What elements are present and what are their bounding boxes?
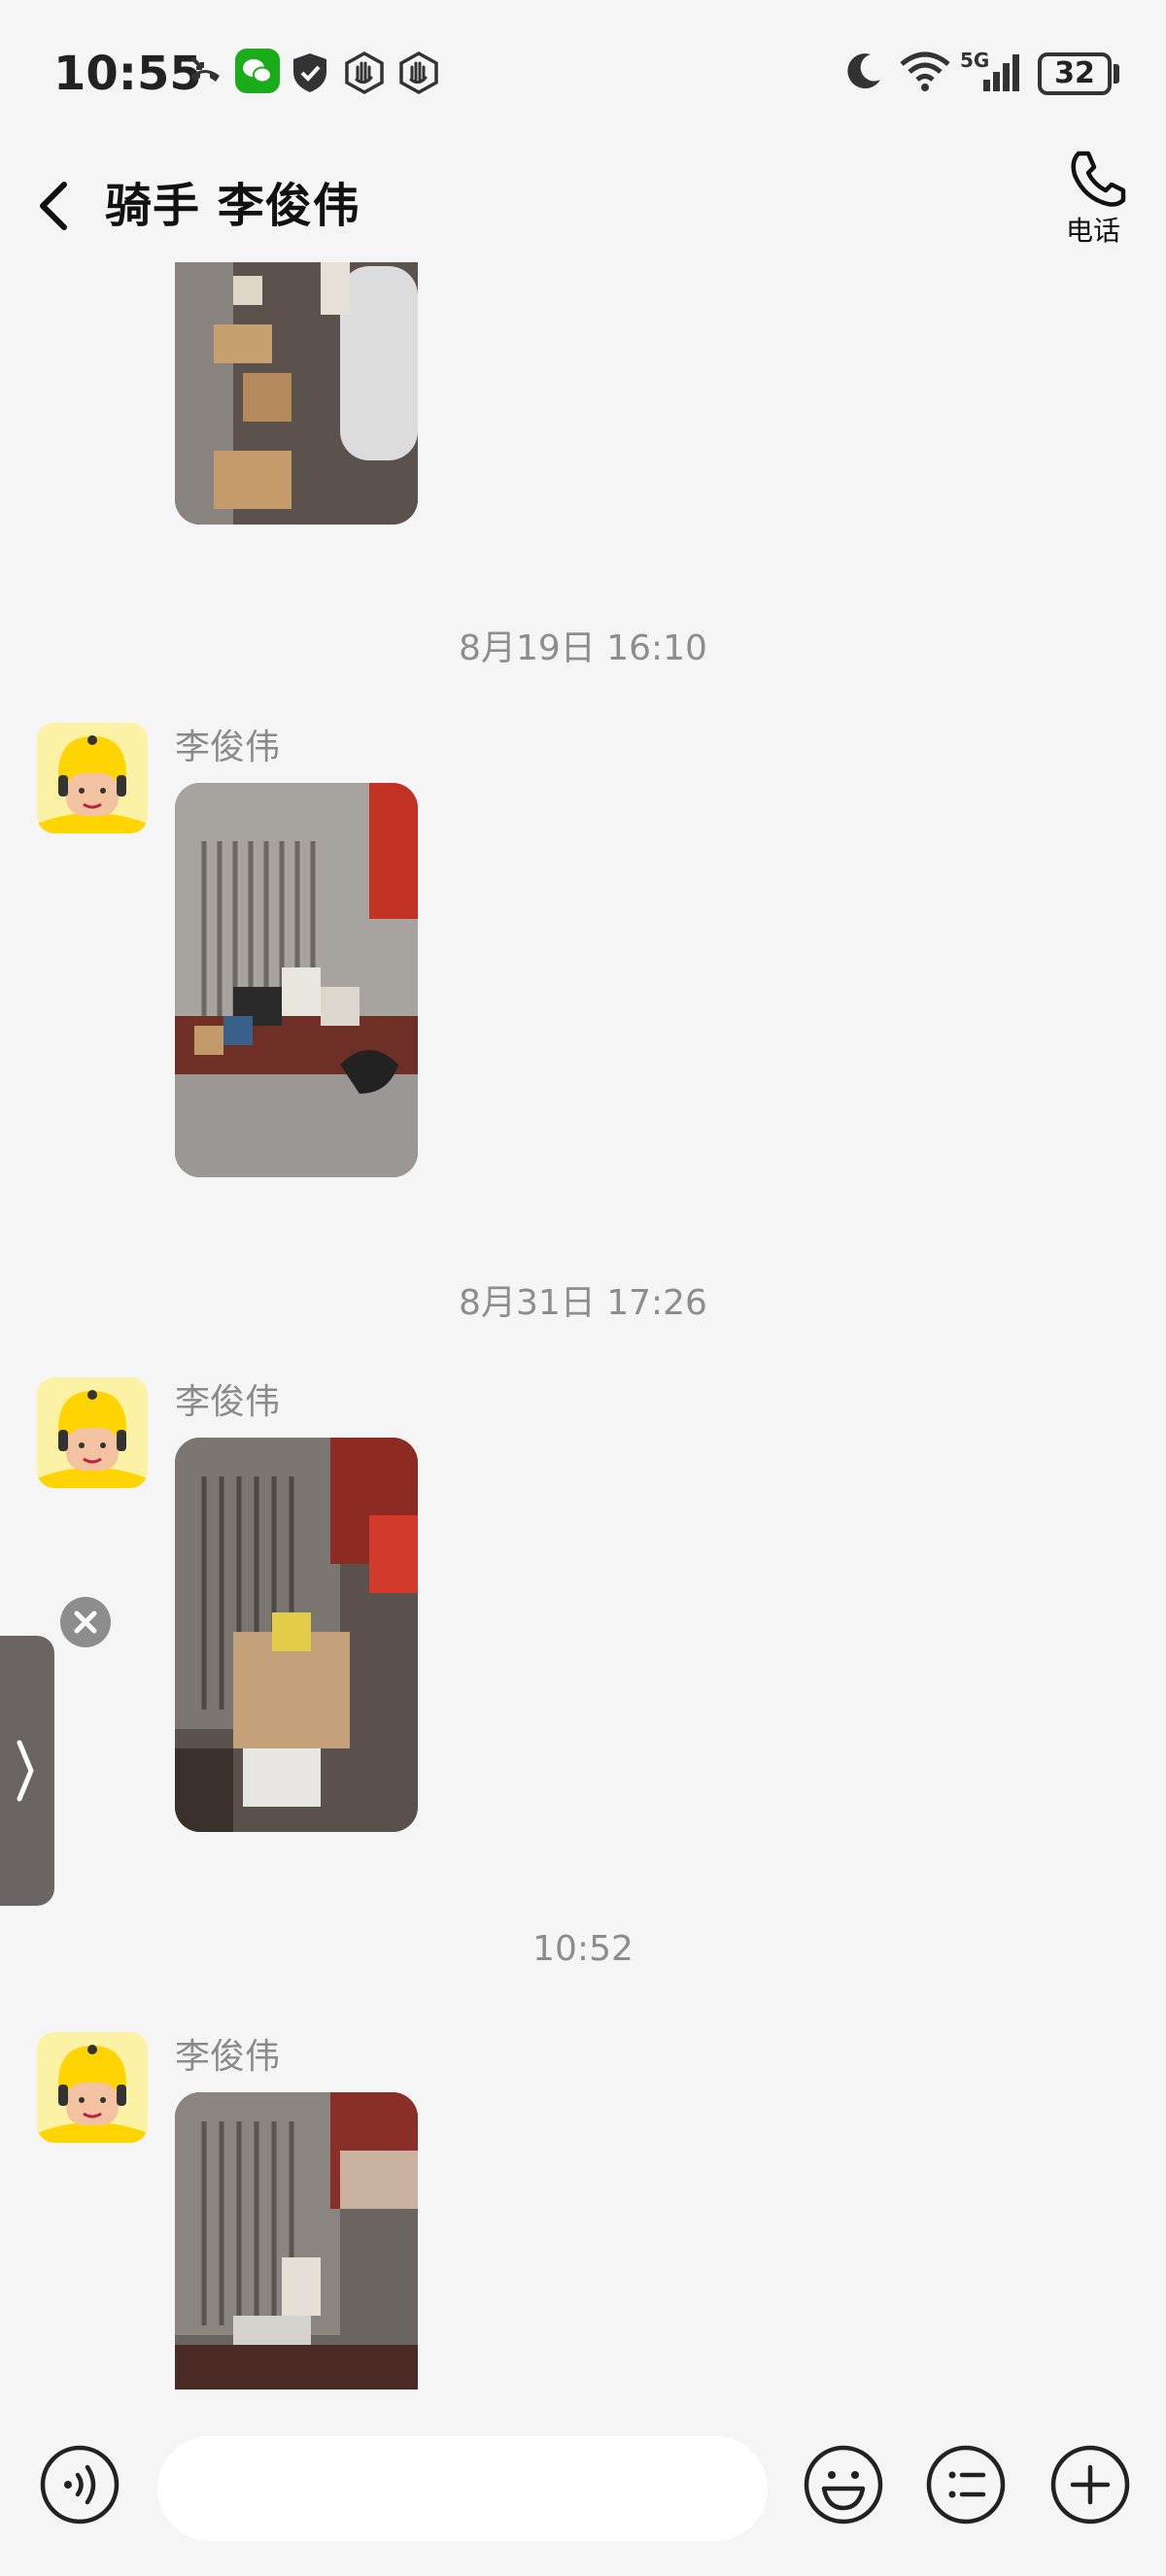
- parcel-photo: [175, 783, 418, 1177]
- battery-level: 32: [1054, 56, 1095, 90]
- input-bar: [0, 2390, 1166, 2576]
- quick-reply-button[interactable]: [925, 2444, 1007, 2525]
- back-button[interactable]: [27, 165, 86, 243]
- message-timestamp: 8月31日 17:26: [459, 1283, 707, 1323]
- list-icon: [926, 2445, 1006, 2525]
- chat-header: 骑手 李俊伟 电话: [0, 146, 1166, 262]
- avatar[interactable]: [37, 723, 148, 833]
- battery-icon: 32: [1038, 52, 1112, 95]
- message-image[interactable]: [175, 783, 418, 1177]
- status-time: 10:55: [53, 47, 202, 101]
- wifi-icon: [900, 51, 950, 91]
- emoji-button[interactable]: [803, 2444, 884, 2525]
- moon-icon: [847, 53, 880, 89]
- signal-icon: [983, 54, 1019, 91]
- wechat-icon: [235, 49, 280, 93]
- shield-icon: [293, 53, 326, 92]
- close-icon: [74, 1610, 97, 1634]
- emoji-icon: [804, 2445, 883, 2525]
- parcel-photo: [175, 1438, 418, 1832]
- sender-name: 李俊伟: [175, 2037, 281, 2077]
- status-bar: 10:55 5G 32: [0, 0, 1166, 146]
- voice-button[interactable]: [39, 2444, 120, 2525]
- message-image[interactable]: [175, 2092, 418, 2390]
- parcel-photo: [175, 2092, 418, 2390]
- plus-icon: [1050, 2445, 1130, 2525]
- chevron-right-icon: [17, 1740, 34, 1802]
- battery-tip: [1114, 64, 1119, 84]
- message-image[interactable]: [175, 1438, 418, 1832]
- phone-label: 电话: [1065, 215, 1120, 247]
- missed-call-icon: [190, 56, 220, 82]
- voice-icon: [40, 2445, 120, 2525]
- sender-name: 李俊伟: [175, 728, 281, 767]
- rider-avatar-icon: [37, 723, 148, 833]
- sender-name: 李俊伟: [175, 1382, 281, 1422]
- rider-avatar-icon: [37, 1377, 148, 1488]
- floating-close-button[interactable]: [60, 1597, 111, 1647]
- message-input[interactable]: [157, 2436, 768, 2541]
- phone-icon: [1071, 151, 1126, 207]
- message-image[interactable]: [175, 262, 418, 525]
- message-timestamp: 10:52: [532, 1929, 634, 1969]
- avatar[interactable]: [37, 2032, 148, 2143]
- floating-side-tab[interactable]: [0, 1636, 54, 1906]
- chat-message-list[interactable]: 8月19日 16:10 李俊伟 8月31日 17:26 李俊伟 10:52 李俊…: [0, 262, 1166, 2390]
- chevron-left-icon: [40, 182, 67, 230]
- avatar[interactable]: [37, 1377, 148, 1488]
- add-attachment-button[interactable]: [1049, 2444, 1131, 2525]
- message-timestamp: 8月19日 16:10: [459, 628, 707, 668]
- hand-icon: [345, 51, 384, 95]
- parcel-photo: [175, 262, 418, 525]
- rider-avatar-icon: [37, 2032, 148, 2143]
- page-title: 骑手 李俊伟: [105, 179, 360, 233]
- phone-button[interactable]: 电话: [1049, 146, 1137, 253]
- hand-icon: [399, 51, 438, 95]
